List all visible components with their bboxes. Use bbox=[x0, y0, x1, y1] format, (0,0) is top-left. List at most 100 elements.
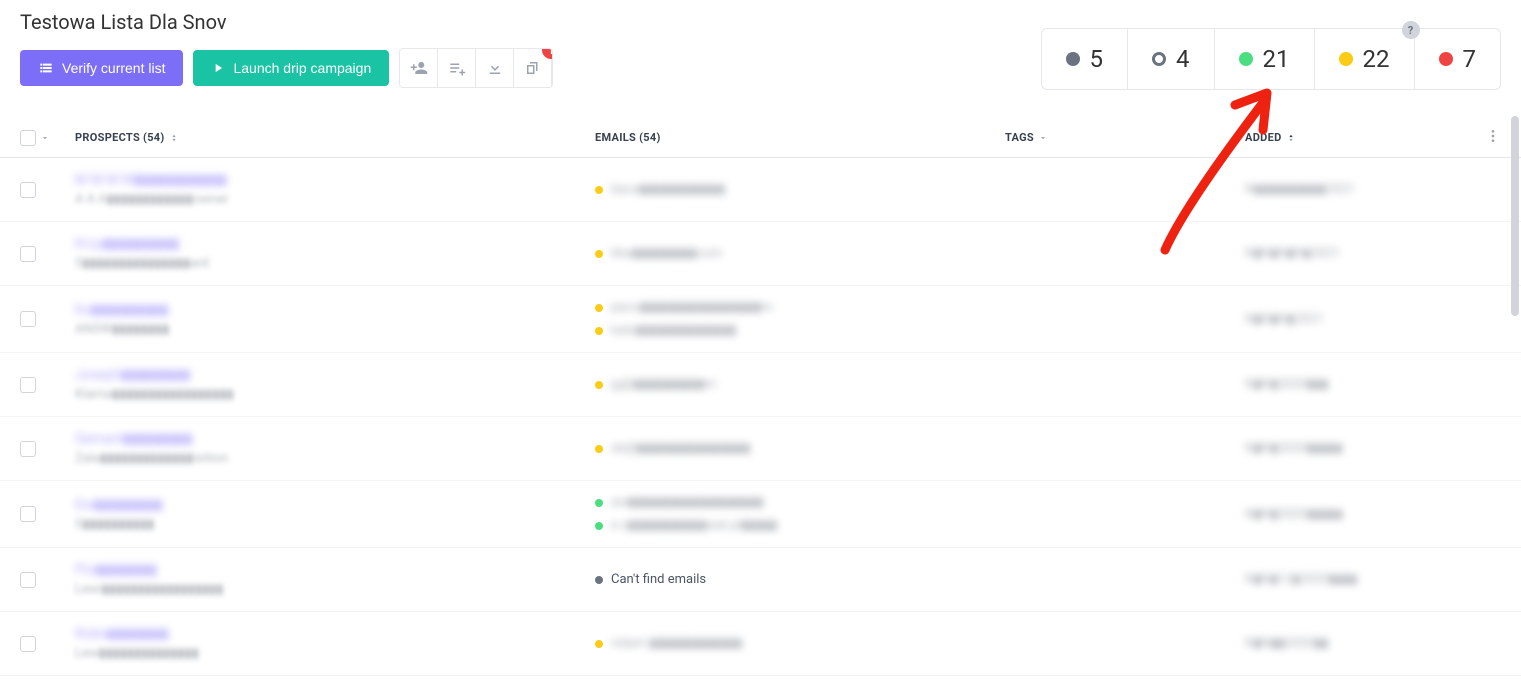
stat-item[interactable]: 5 bbox=[1042, 29, 1129, 89]
email-text: jg@▮▮▮▮▮▮▮▮▮▮m bbox=[611, 377, 716, 392]
email-text: kata▮▮▮▮▮▮▮▮▮▮▮▮▮▮ bbox=[611, 323, 736, 338]
icon-button-group: 1 bbox=[399, 48, 553, 88]
download-button[interactable] bbox=[476, 49, 514, 87]
email-entry: jg@▮▮▮▮▮▮▮▮▮▮m bbox=[595, 377, 1005, 392]
column-emails: EMAILS (54) bbox=[595, 131, 1005, 144]
status-dot-icon bbox=[595, 304, 603, 312]
prospect-subtitle: Klarna▮▮▮▮▮▮▮▮▮▮▮▮▮▮▮▮▮ bbox=[75, 387, 234, 402]
status-dot-icon bbox=[595, 522, 603, 530]
prospect-subtitle: S▮▮▮▮▮▮▮▮▮▮▮▮▮▮▮ard bbox=[75, 256, 209, 271]
added-date: N▮N▮▮2020▮▮ bbox=[1245, 636, 1329, 651]
status-dot-icon bbox=[595, 250, 603, 258]
column-prospects[interactable]: PROSPECTS (54) bbox=[75, 131, 595, 144]
email-entry: kba▮▮▮▮▮▮▮▮▮com bbox=[595, 246, 1005, 261]
row-checkbox[interactable] bbox=[20, 441, 36, 457]
more-menu-icon[interactable] bbox=[1485, 128, 1501, 144]
stat-item[interactable]: 7 bbox=[1415, 29, 1501, 89]
stat-item[interactable]: 21 bbox=[1215, 29, 1315, 89]
chevron-down-icon[interactable] bbox=[40, 133, 50, 143]
status-dot-icon bbox=[595, 640, 603, 648]
email-entry: baca▮▮▮▮▮▮▮▮▮▮▮▮ bbox=[595, 182, 1005, 197]
email-entry: ew▮▮▮▮▮▮▮▮▮▮▮▮▮▮▮▮▮▮▮ bbox=[595, 495, 1005, 510]
table-row[interactable]: Ew▮▮▮▮▮▮▮▮▮ S▮▮▮▮▮▮▮▮▮▮ ew▮▮▮▮▮▮▮▮▮▮▮▮▮▮… bbox=[0, 481, 1521, 548]
status-dot-icon bbox=[595, 186, 603, 194]
row-checkbox[interactable] bbox=[20, 182, 36, 198]
email-text: sk@▮▮▮▮▮▮▮▮▮▮▮▮▮▮▮▮ bbox=[611, 441, 750, 456]
added-date: N▮N▮N▮2021 bbox=[1245, 312, 1324, 327]
table-row[interactable]: Robe▮▮▮▮▮▮▮▮ Lew▮▮▮▮▮▮▮▮▮▮▮▮▮▮ robert.▮▮… bbox=[0, 612, 1521, 676]
status-dot-icon bbox=[1066, 52, 1080, 66]
stat-value: 4 bbox=[1176, 45, 1190, 73]
prospect-subtitle: Lew▮▮▮▮▮▮▮▮▮▮▮▮▮▮ bbox=[75, 646, 199, 661]
status-dot-icon bbox=[1239, 52, 1253, 66]
prospect-subtitle: S▮▮▮▮▮▮▮▮▮▮ bbox=[75, 517, 163, 532]
list-check-icon bbox=[38, 60, 54, 76]
added-date: N▮N▮N▮N▮2021 bbox=[1245, 246, 1340, 261]
add-person-button[interactable] bbox=[400, 49, 438, 87]
email-entry: e.s▮▮▮▮▮▮▮▮▮▮▮wet.pl▮▮▮▮▮ bbox=[595, 518, 1005, 533]
status-dot-icon bbox=[1339, 52, 1353, 66]
row-checkbox[interactable] bbox=[20, 377, 36, 393]
column-added-label: ADDED bbox=[1245, 131, 1282, 144]
row-checkbox[interactable] bbox=[20, 506, 36, 522]
add-list-button[interactable] bbox=[438, 49, 476, 87]
prospect-name[interactable]: Samant▮▮▮▮▮▮▮▮▮ bbox=[75, 431, 228, 447]
email-text: baca▮▮▮▮▮▮▮▮▮▮▮▮ bbox=[611, 182, 725, 197]
row-checkbox[interactable] bbox=[20, 572, 36, 588]
table-row[interactable]: Pio▮▮▮▮▮▮▮▮ Lewi▮▮▮▮▮▮▮▮▮▮▮▮▮▮▮▮▮ Can't … bbox=[0, 548, 1521, 612]
prospect-name[interactable]: Ka▮▮▮▮▮▮▮▮▮▮ bbox=[75, 302, 169, 318]
email-entry: kata▮▮▮▮▮▮▮▮▮▮▮▮▮▮ bbox=[595, 323, 1005, 338]
table-row[interactable]: Samant▮▮▮▮▮▮▮▮▮ Zala▮▮▮▮▮▮▮▮▮▮▮▮▮isition… bbox=[0, 417, 1521, 481]
select-all-checkbox[interactable] bbox=[20, 130, 36, 146]
column-tags[interactable]: TAGS bbox=[1005, 131, 1245, 144]
stat-item[interactable]: 4 bbox=[1128, 29, 1215, 89]
email-entry: Can't find emails bbox=[595, 572, 1005, 587]
prospect-name[interactable]: M M M M▮▮▮▮▮▮▮▮▮▮▮▮ bbox=[75, 172, 228, 188]
email-text: robert.▮▮▮▮▮▮▮▮▮▮▮▮▮ bbox=[611, 636, 742, 651]
prospect-name[interactable]: Joseph▮▮▮▮▮▮▮▮▮ bbox=[75, 367, 234, 383]
status-dot-icon bbox=[1439, 52, 1453, 66]
email-text: kba▮▮▮▮▮▮▮▮▮com bbox=[611, 246, 722, 261]
row-checkbox[interactable] bbox=[20, 636, 36, 652]
launch-button[interactable]: Launch drip campaign bbox=[193, 50, 389, 86]
row-checkbox[interactable] bbox=[20, 311, 36, 327]
verify-button[interactable]: Verify current list bbox=[20, 50, 183, 86]
sort-icon bbox=[169, 133, 179, 143]
row-checkbox[interactable] bbox=[20, 246, 36, 262]
prospect-name[interactable]: Pio▮▮▮▮▮▮▮▮ bbox=[75, 562, 223, 578]
table-row[interactable]: Ka▮▮▮▮▮▮▮▮▮▮ ANSW▮▮▮▮▮▮▮▮ paco▮▮▮▮▮▮▮▮▮▮… bbox=[0, 286, 1521, 353]
download-icon bbox=[486, 59, 504, 77]
email-entry: robert.▮▮▮▮▮▮▮▮▮▮▮▮▮ bbox=[595, 636, 1005, 651]
status-dot-icon bbox=[595, 499, 603, 507]
email-text: ew▮▮▮▮▮▮▮▮▮▮▮▮▮▮▮▮▮▮▮ bbox=[611, 495, 764, 510]
prospect-subtitle: Zala▮▮▮▮▮▮▮▮▮▮▮▮▮isition bbox=[75, 451, 228, 466]
prospect-name[interactable]: Krzy▮▮▮▮▮▮▮▮▮▮ bbox=[75, 236, 209, 252]
added-date: N▮N▮2020▮▮▮▮▮ bbox=[1245, 441, 1343, 456]
table-row[interactable]: M M M M▮▮▮▮▮▮▮▮▮▮▮▮ A A A▮▮▮▮▮▮▮▮▮▮▮▮own… bbox=[0, 158, 1521, 222]
stat-item[interactable]: 22? bbox=[1315, 29, 1415, 89]
column-emails-label: EMAILS (54) bbox=[595, 131, 661, 144]
table-row[interactable]: Joseph▮▮▮▮▮▮▮▮▮ Klarna▮▮▮▮▮▮▮▮▮▮▮▮▮▮▮▮▮ … bbox=[0, 353, 1521, 417]
verify-button-label: Verify current list bbox=[62, 60, 165, 76]
email-entry: paco▮▮▮▮▮▮▮▮▮▮▮▮▮▮▮▮▮m bbox=[595, 300, 1005, 315]
status-dot-icon bbox=[595, 381, 603, 389]
status-dot-icon bbox=[595, 327, 603, 335]
status-dot-icon bbox=[595, 576, 603, 584]
status-dot-icon bbox=[1152, 52, 1166, 66]
email-text: Can't find emails bbox=[611, 572, 706, 587]
email-entry: sk@▮▮▮▮▮▮▮▮▮▮▮▮▮▮▮▮ bbox=[595, 441, 1005, 456]
added-date: N▮N▮2020▮▮▮▮▮ bbox=[1245, 507, 1343, 522]
added-date: N▮N▮2020▮▮▮ bbox=[1245, 377, 1329, 392]
table-row[interactable]: Krzy▮▮▮▮▮▮▮▮▮▮ S▮▮▮▮▮▮▮▮▮▮▮▮▮▮▮ard kba▮▮… bbox=[0, 222, 1521, 286]
status-dot-icon bbox=[595, 445, 603, 453]
column-added[interactable]: ADDED bbox=[1245, 131, 1471, 144]
prospect-name[interactable]: Ew▮▮▮▮▮▮▮▮▮ bbox=[75, 497, 163, 513]
stat-value: 22 bbox=[1363, 45, 1390, 73]
prospect-name[interactable]: Robe▮▮▮▮▮▮▮▮ bbox=[75, 626, 199, 642]
prospect-subtitle: ANSW▮▮▮▮▮▮▮▮ bbox=[75, 322, 169, 337]
added-date: N▮▮▮▮▮▮▮▮▮▮2021 bbox=[1245, 182, 1355, 197]
vertical-scrollbar[interactable] bbox=[1511, 116, 1519, 316]
launch-button-label: Launch drip campaign bbox=[233, 60, 371, 76]
chevron-down-icon bbox=[1038, 133, 1048, 143]
stat-value: 5 bbox=[1090, 45, 1104, 73]
